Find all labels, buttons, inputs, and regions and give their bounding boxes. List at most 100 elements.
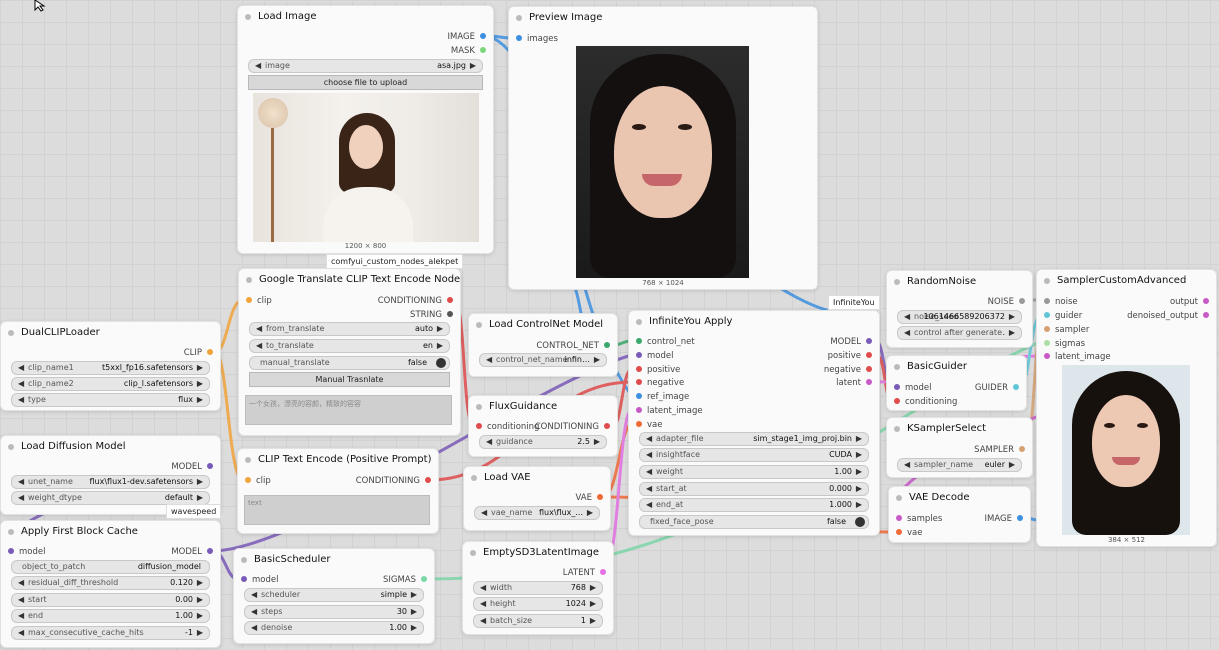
input-sampler[interactable]: sampler bbox=[1044, 323, 1089, 337]
output-image[interactable]: IMAGE bbox=[985, 512, 1023, 526]
max-cache-hits-number[interactable]: ◀ max_consecutive_cache_hits -1 ▶ bbox=[11, 626, 210, 640]
collapse-dot-icon[interactable] bbox=[246, 277, 252, 283]
input-model[interactable]: model bbox=[8, 545, 45, 559]
collapse-dot-icon[interactable] bbox=[8, 444, 14, 450]
node-google-translate[interactable]: Google Translate CLIP Text Encode Node c… bbox=[238, 268, 461, 436]
input-model[interactable]: model bbox=[241, 573, 278, 587]
collapse-dot-icon[interactable] bbox=[1044, 278, 1050, 284]
output-guider[interactable]: GUIDER bbox=[975, 381, 1019, 395]
input-latent-image[interactable]: latent_image bbox=[1044, 350, 1111, 364]
node-title[interactable]: Load Diffusion Model bbox=[1, 436, 220, 458]
input-sigmas[interactable]: sigmas bbox=[1044, 337, 1085, 351]
output-noise[interactable]: NOISE bbox=[988, 295, 1025, 309]
node-title[interactable]: RandomNoise bbox=[887, 271, 1032, 293]
input-guider[interactable]: guider bbox=[1044, 309, 1082, 323]
node-flux-guidance[interactable]: FluxGuidance conditioning CONDITIONING ◀… bbox=[468, 395, 618, 457]
width-number[interactable]: ◀ width 768 ▶ bbox=[473, 581, 603, 595]
guidance-number[interactable]: ◀ guidance 2.5 ▶ bbox=[479, 435, 607, 449]
node-load-controlnet[interactable]: Load ControlNet Model CONTROL_NET ◀ contr… bbox=[468, 313, 618, 377]
manual-translate-toggle[interactable]: manual_translate false bbox=[249, 356, 450, 370]
output-sampler[interactable]: SAMPLER bbox=[974, 443, 1025, 457]
upload-button[interactable]: choose file to upload bbox=[248, 75, 483, 90]
node-title[interactable]: KSamplerSelect bbox=[887, 418, 1032, 440]
node-title[interactable]: Apply First Block Cache bbox=[1, 521, 220, 543]
clip-name1-combo[interactable]: ◀ clip_name1 t5xxl_fp16.safetensors ▶ bbox=[11, 361, 210, 375]
height-number[interactable]: ◀ height 1024 ▶ bbox=[473, 597, 603, 611]
node-title[interactable]: Load ControlNet Model bbox=[469, 314, 617, 336]
end-number[interactable]: ◀ end 1.00 ▶ bbox=[11, 609, 210, 623]
input-samples[interactable]: samples bbox=[896, 512, 942, 526]
output-model[interactable]: MODEL bbox=[171, 545, 213, 559]
node-load-image[interactable]: Load Image IMAGE MASK ◀ image asa.jpg ▶ cho… bbox=[237, 5, 494, 254]
node-title[interactable]: VAE Decode bbox=[889, 487, 1030, 509]
collapse-dot-icon[interactable] bbox=[894, 279, 900, 285]
node-basic-guider[interactable]: BasicGuider model conditioning GUIDER bbox=[886, 355, 1027, 411]
node-title[interactable]: Preview Image bbox=[509, 7, 817, 29]
to-translate-combo[interactable]: ◀ to_translate en ▶ bbox=[249, 339, 450, 353]
scheduler-combo[interactable]: ◀ scheduler simple ▶ bbox=[244, 588, 424, 602]
collapse-dot-icon[interactable] bbox=[636, 319, 642, 325]
input-conditioning[interactable]: conditioning bbox=[476, 420, 539, 434]
node-clip-text-encode[interactable]: CLIP Text Encode (Positive Prompt) clip … bbox=[237, 448, 439, 534]
output-conditioning[interactable]: CONDITIONING bbox=[356, 474, 431, 488]
node-load-diffusion-model[interactable]: Load Diffusion Model MODEL ◀ unet_name flu… bbox=[0, 435, 221, 515]
output-model[interactable]: MODEL bbox=[171, 460, 213, 474]
node-random-noise[interactable]: RandomNoise NOISE ◀ noise_seed 10614665892… bbox=[886, 270, 1033, 348]
collapse-dot-icon[interactable] bbox=[470, 550, 476, 556]
input-positive[interactable]: positive bbox=[636, 363, 680, 377]
node-title[interactable]: InfiniteYou Apply bbox=[629, 311, 879, 333]
node-load-vae[interactable]: Load VAE VAE ◀ vae_name flux\flux_... ▶ bbox=[463, 466, 611, 531]
node-title[interactable]: EmptySD3LatentImage bbox=[463, 542, 613, 564]
node-title[interactable]: SamplerCustomAdvanced bbox=[1037, 270, 1216, 292]
node-title[interactable]: BasicGuider bbox=[887, 356, 1026, 378]
node-title[interactable]: Load Image bbox=[238, 6, 493, 28]
from-translate-combo[interactable]: ◀ from_translate auto ▶ bbox=[249, 322, 450, 336]
node-title[interactable]: BasicScheduler bbox=[234, 549, 434, 571]
fixed-face-pose-toggle[interactable]: fixed_face_pose false bbox=[639, 515, 869, 529]
input-vae[interactable]: vae bbox=[636, 418, 662, 432]
output-output[interactable]: output bbox=[1170, 295, 1209, 309]
prompt-textarea[interactable]: 一个女孩，漂亮的容颜，精致的容容 bbox=[245, 395, 452, 425]
noise-seed-number[interactable]: ◀ noise_seed 1061466589206372 ▶ bbox=[897, 310, 1022, 324]
node-preview-image[interactable]: Preview Image images 768 × 1024 bbox=[508, 6, 818, 290]
node-title[interactable]: FluxGuidance bbox=[469, 396, 617, 418]
output-conditioning[interactable]: CONDITIONING bbox=[378, 294, 453, 308]
collapse-dot-icon[interactable] bbox=[894, 426, 900, 432]
vae-name-combo[interactable]: ◀ vae_name flux\flux_... ▶ bbox=[474, 506, 600, 520]
steps-number[interactable]: ◀ steps 30 ▶ bbox=[244, 605, 424, 619]
insightface-combo[interactable]: ◀ insightface CUDA ▶ bbox=[639, 448, 869, 462]
input-control-net[interactable]: control_net bbox=[636, 335, 695, 349]
output-sigmas[interactable]: SIGMAS bbox=[383, 573, 427, 587]
node-vae-decode[interactable]: VAE Decode samples vae IMAGE bbox=[888, 486, 1031, 543]
node-title[interactable]: Google Translate CLIP Text Encode Node bbox=[239, 269, 460, 291]
start-number[interactable]: ◀ start 0.00 ▶ bbox=[11, 593, 210, 607]
node-title[interactable]: CLIP Text Encode (Positive Prompt) bbox=[238, 449, 438, 471]
denoise-number[interactable]: ◀ denoise 1.00 ▶ bbox=[244, 621, 424, 635]
output-negative[interactable]: negative bbox=[824, 363, 872, 377]
output-vae[interactable]: VAE bbox=[576, 491, 603, 505]
output-model[interactable]: MODEL bbox=[830, 335, 872, 349]
output-latent[interactable]: LATENT bbox=[563, 566, 606, 580]
collapse-dot-icon[interactable] bbox=[516, 15, 522, 21]
node-sampler-custom-advanced[interactable]: SamplerCustomAdvanced noise guider sampl… bbox=[1036, 269, 1217, 547]
collapse-dot-icon[interactable] bbox=[894, 364, 900, 370]
manual-translate-button[interactable]: Manual Trasnlate bbox=[249, 372, 450, 387]
object-to-patch-text[interactable]: object_to_patch diffusion_model bbox=[11, 560, 210, 574]
node-infiniteyou-apply[interactable]: InfiniteYou Apply control_net model posi… bbox=[628, 310, 880, 536]
collapse-dot-icon[interactable] bbox=[476, 404, 482, 410]
output-string[interactable]: STRING bbox=[410, 308, 453, 322]
input-negative[interactable]: negative bbox=[636, 376, 684, 390]
collapse-dot-icon[interactable] bbox=[476, 322, 482, 328]
input-images[interactable]: images bbox=[516, 32, 558, 46]
input-ref-image[interactable]: ref_image bbox=[636, 390, 689, 404]
input-noise[interactable]: noise bbox=[1044, 295, 1078, 309]
prompt-textarea[interactable]: text bbox=[244, 495, 430, 525]
clip-name2-combo[interactable]: ◀ clip_name2 clip_l.safetensors ▶ bbox=[11, 377, 210, 391]
output-clip[interactable]: CLIP bbox=[184, 346, 213, 360]
batch-size-number[interactable]: ◀ batch_size 1 ▶ bbox=[473, 614, 603, 628]
weight-dtype-combo[interactable]: ◀ weight_dtype default ▶ bbox=[11, 491, 210, 505]
unet-name-combo[interactable]: ◀ unet_name flux\flux1-dev.safetensors ▶ bbox=[11, 475, 210, 489]
collapse-dot-icon[interactable] bbox=[245, 14, 251, 20]
output-image[interactable]: IMAGE bbox=[448, 30, 486, 44]
node-title[interactable]: DualCLIPLoader bbox=[1, 322, 220, 344]
